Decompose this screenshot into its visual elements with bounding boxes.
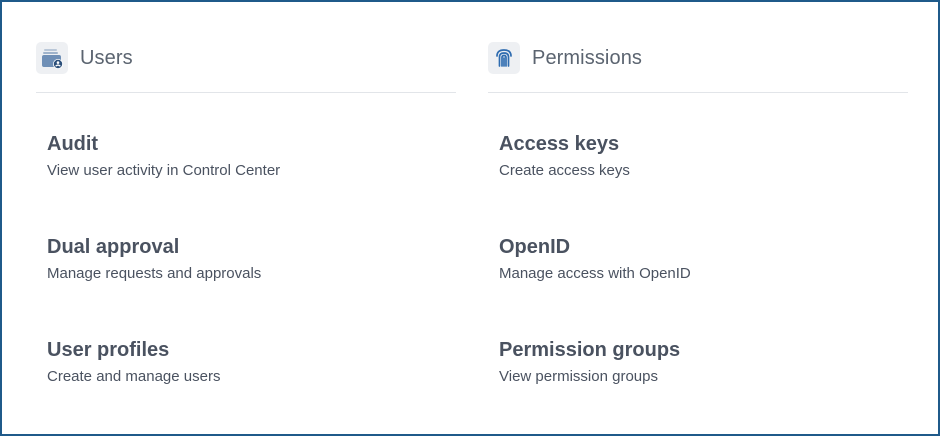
dual-approval-title[interactable]: Dual approval — [47, 235, 447, 259]
users-section-title: Users — [80, 46, 133, 69]
user-profiles-title[interactable]: User profiles — [47, 338, 447, 362]
users-item-user-profiles[interactable]: User profiles Create and manage users — [47, 338, 447, 386]
permission-groups-description: View permission groups — [499, 368, 658, 385]
users-item-audit[interactable]: Audit View user activity in Control Cent… — [47, 132, 447, 180]
user-profiles-description: Create and manage users — [47, 368, 221, 385]
permissions-divider — [488, 92, 908, 93]
permissions-section-header: Permissions — [488, 40, 908, 76]
dual-approval-description: Manage requests and approvals — [47, 265, 262, 282]
access-keys-description: Create access keys — [499, 162, 630, 179]
access-keys-title[interactable]: Access keys — [499, 132, 899, 156]
openid-description: Manage access with OpenID — [499, 265, 691, 282]
fingerprint-icon — [488, 42, 520, 74]
permissions-item-openid[interactable]: OpenID Manage access with OpenID — [499, 235, 899, 283]
user-folder-icon — [36, 42, 68, 74]
users-section: Users Audit View user activity in Contro… — [36, 40, 456, 385]
permissions-item-permission-groups[interactable]: Permission groups View permission groups — [499, 338, 899, 386]
permissions-item-access-keys[interactable]: Access keys Create access keys — [499, 132, 899, 180]
users-section-header: Users — [36, 40, 456, 76]
permissions-section: Permissions Access keys Create access ke… — [488, 40, 908, 385]
audit-description: View user activity in Control Center — [47, 162, 281, 179]
audit-title[interactable]: Audit — [47, 132, 447, 156]
users-divider — [36, 92, 456, 93]
settings-panel: Users Audit View user activity in Contro… — [0, 0, 940, 436]
permission-groups-title[interactable]: Permission groups — [499, 338, 899, 362]
openid-title[interactable]: OpenID — [499, 235, 899, 259]
users-item-dual-approval[interactable]: Dual approval Manage requests and approv… — [47, 235, 447, 283]
permissions-section-title: Permissions — [532, 46, 643, 69]
